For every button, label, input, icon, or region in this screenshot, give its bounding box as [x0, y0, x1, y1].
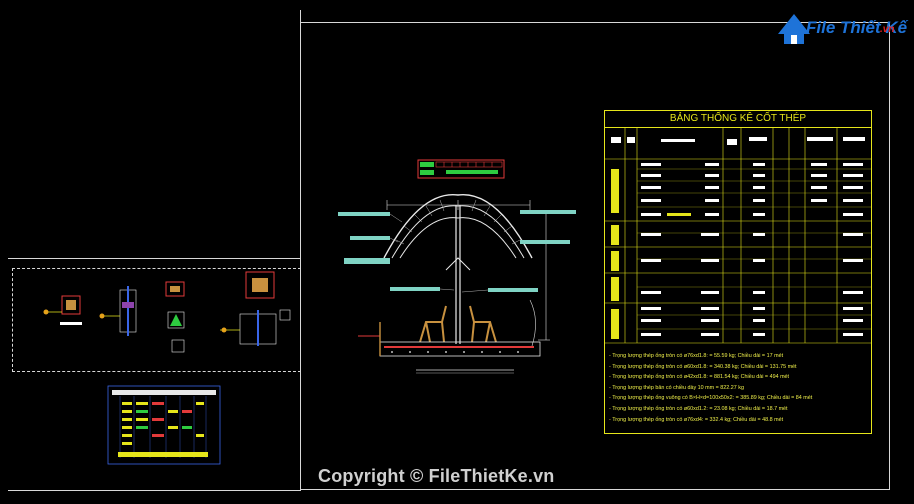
note-line: - Trọng lượng thép ống vuông có B×H×d=10…: [609, 395, 813, 402]
steel-notes: - Trọng lượng thép ống tròn có ø76xd1.8:…: [609, 351, 867, 425]
note-line: - Trọng lượng thép ống tròn có ø60xd1.8:…: [609, 363, 797, 370]
steel-schedule-table: BẢNG THỐNG KÊ CỐT THÉP - Trọng lượng thé…: [604, 110, 872, 434]
note-line: - Trọng lượng thép ống tròn có ø42xd1.8:…: [609, 374, 790, 381]
note-line: - Trọng lượng thép ống tròn có ø76xd4: =…: [609, 416, 784, 423]
copyright-watermark: Copyright © FileThietKe.vn: [318, 466, 555, 486]
note-line: - Trọng lượng thép ống tròn có ø60xd1.2:…: [609, 405, 788, 412]
note-line: - Trọng lượng thép ống tròn có ø76xd1.8:…: [609, 353, 784, 359]
detail-sketches: [43, 271, 291, 353]
small-table: [107, 385, 221, 465]
legend-green-bar: [420, 162, 434, 167]
note-line: - Trọng lượng thép bản có chiều dày 10 m…: [609, 384, 744, 391]
